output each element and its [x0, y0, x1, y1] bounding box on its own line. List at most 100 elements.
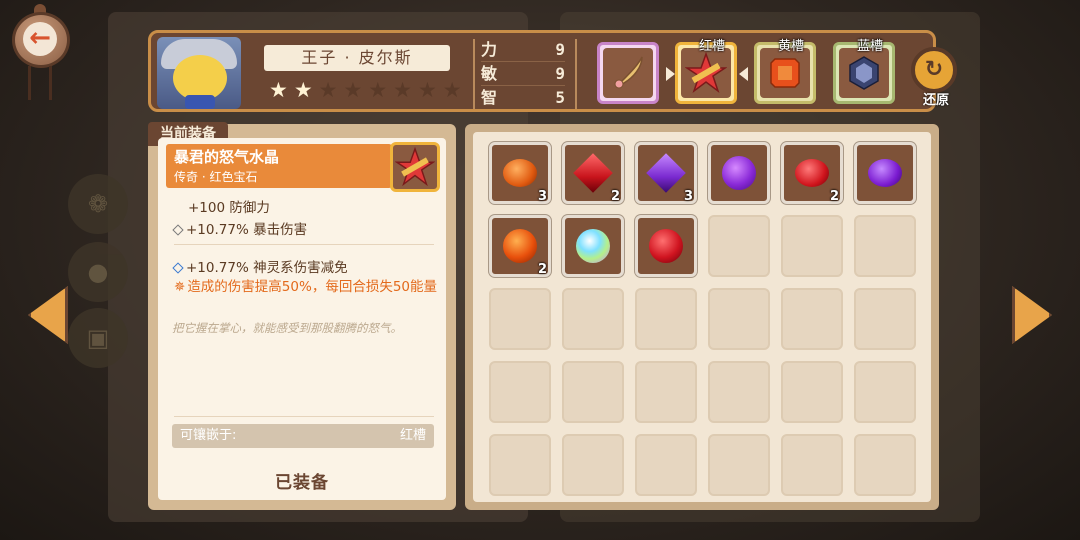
stat-row-strength: 力 9 [481, 38, 565, 62]
empty-inventory-slot[interactable] [781, 288, 843, 350]
inventory-slot[interactable]: 2 [489, 215, 551, 277]
blue-slot-label: 蓝槽 [856, 39, 883, 54]
scimitar-icon [614, 56, 643, 89]
star-icon-empty: ★ [343, 78, 363, 102]
dark-blue-gem-icon [849, 56, 879, 90]
item-count: 2 [537, 262, 547, 277]
inventory-slot[interactable]: 3 [635, 142, 697, 204]
empty-inventory-slot[interactable] [489, 361, 551, 423]
item-type: 传奇 · 红色宝石 [174, 170, 258, 184]
star-icon-filled: ★ [269, 78, 288, 102]
selected-slot-marker-left [739, 67, 748, 81]
inventory-slot[interactable] [854, 142, 916, 204]
hero-star-rating: ★ ★ ★ ★ ★ ★ ★ ★ [269, 79, 462, 101]
hero-portrait[interactable] [157, 37, 241, 109]
red-faceted-gem-icon [649, 229, 683, 263]
socket-info: 可镶嵌于: 红槽 [172, 424, 434, 448]
purple-diamond-gem-icon [646, 153, 686, 193]
stat-label: 智 [481, 88, 498, 107]
next-hero-arrow[interactable] [1012, 286, 1052, 344]
empty-inventory-slot[interactable] [708, 215, 770, 277]
empty-inventory-slot[interactable] [708, 288, 770, 350]
slot-divider [575, 39, 577, 109]
rainbow-orb-gem-icon [576, 229, 610, 263]
red-gem-slot[interactable]: 红槽 [675, 39, 737, 104]
previous-hero-arrow[interactable] [28, 286, 68, 344]
side-tab-items[interactable]: ▣ [68, 308, 128, 368]
blue-gem-slot[interactable]: 蓝槽 [833, 39, 895, 104]
empty-inventory-slot[interactable] [489, 434, 551, 496]
empty-inventory-slot[interactable] [854, 434, 916, 496]
box-icon: ▣ [86, 324, 110, 352]
item-icon [390, 142, 440, 192]
orange-round-gem-icon [503, 159, 537, 187]
back-button[interactable]: ← [8, 4, 72, 100]
item-detail-card: 暴君的怒气水晶 传奇 · 红色宝石 +100 防御力 +10.77% 暴击伤害 … [158, 138, 446, 500]
empty-inventory-slot[interactable] [854, 215, 916, 277]
purple-swirl-gem-icon [722, 156, 756, 190]
yellow-gem-slot[interactable]: 黄槽 [754, 39, 816, 104]
empty-inventory-slot[interactable] [562, 288, 624, 350]
inventory-slot[interactable] [635, 215, 697, 277]
empty-inventory-slot[interactable] [854, 288, 916, 350]
item-stat-divine-reduction: +10.77% 神灵系伤害减免 [172, 256, 348, 276]
item-count: 3 [537, 189, 547, 204]
inventory-slot[interactable] [562, 215, 624, 277]
stat-row-intelligence: 智 5 [481, 86, 565, 110]
equipped-status-button[interactable]: 已装备 [158, 468, 446, 493]
inventory-slot[interactable]: 2 [562, 142, 624, 204]
empty-inventory-slot[interactable] [781, 434, 843, 496]
inventory-slot[interactable] [708, 142, 770, 204]
stat-label: 敏 [481, 64, 498, 83]
empty-inventory-slot[interactable] [781, 361, 843, 423]
empty-inventory-slot[interactable] [781, 215, 843, 277]
restore-label: 还原 [922, 93, 949, 108]
orange-square-gem-icon [770, 58, 800, 88]
diamond-bullet-icon [172, 224, 184, 236]
stat-divider [473, 39, 475, 109]
yellow-slot-label: 黄槽 [777, 39, 804, 54]
item-name: 暴君的怒气水晶 [174, 148, 280, 166]
stat-label: 力 [481, 40, 498, 59]
side-tab-equipment[interactable]: ❁ [68, 174, 128, 234]
stat-row-agility: 敏 9 [481, 62, 565, 86]
inventory-slot[interactable]: 3 [489, 142, 551, 204]
empty-inventory-slot[interactable] [635, 288, 697, 350]
diamond-bullet-blue-icon [172, 262, 184, 274]
chevron-right-icon [1012, 286, 1052, 344]
item-special-effect: ✵ 造成的伤害提高50%，每回合损失50能量 [174, 278, 440, 296]
empty-inventory-slot[interactable] [635, 434, 697, 496]
empty-inventory-slot[interactable] [489, 288, 551, 350]
weapon-slot-inner [603, 48, 653, 98]
yellow-slot-inner [760, 48, 810, 98]
restore-button[interactable]: ↻ [911, 47, 957, 93]
star-icon-empty: ★ [417, 78, 437, 102]
item-stat-defense: +100 防御力 [188, 200, 270, 216]
item-count: 2 [610, 189, 620, 204]
item-effect-text: 造成的伤害提高50%，每回合损失50能量 [187, 279, 437, 295]
empty-inventory-slot[interactable] [708, 434, 770, 496]
socket-label: 可镶嵌于: [180, 428, 237, 443]
item-detail-panel: 当前装备 暴君的怒气水晶 传奇 · 红色宝石 +100 防御力 +10.77% … [148, 122, 456, 510]
weapon-slot[interactable] [597, 42, 659, 104]
stat-value: 9 [555, 40, 565, 59]
gem-inventory-inner: 3 2 3 2 2 [473, 132, 931, 502]
gem-inventory-grid: 3 2 3 2 2 [489, 142, 916, 496]
empty-inventory-slot[interactable] [562, 361, 624, 423]
gem-tab-icon: ● [87, 258, 109, 286]
empty-inventory-slot[interactable] [562, 434, 624, 496]
empty-inventory-slot[interactable] [708, 361, 770, 423]
empty-inventory-slot[interactable] [635, 361, 697, 423]
socket-divider [174, 416, 434, 417]
item-count: 3 [683, 189, 693, 204]
side-tab-gems[interactable]: ● [68, 242, 128, 302]
chevron-left-icon [28, 286, 68, 344]
hero-stats: 力 9 敏 9 智 5 [481, 38, 565, 110]
socket-value: 红槽 [399, 428, 426, 443]
inventory-slot[interactable]: 2 [781, 142, 843, 204]
gear-icon: ❁ [87, 190, 109, 218]
gem-inventory-panel: 3 2 3 2 2 [465, 124, 939, 510]
empty-inventory-slot[interactable] [854, 361, 916, 423]
hero-header: 王子 · 皮尔斯 ★ ★ ★ ★ ★ ★ ★ ★ 力 9 敏 9 智 5 红槽 … [148, 30, 957, 112]
star-icon-empty: ★ [393, 78, 412, 102]
